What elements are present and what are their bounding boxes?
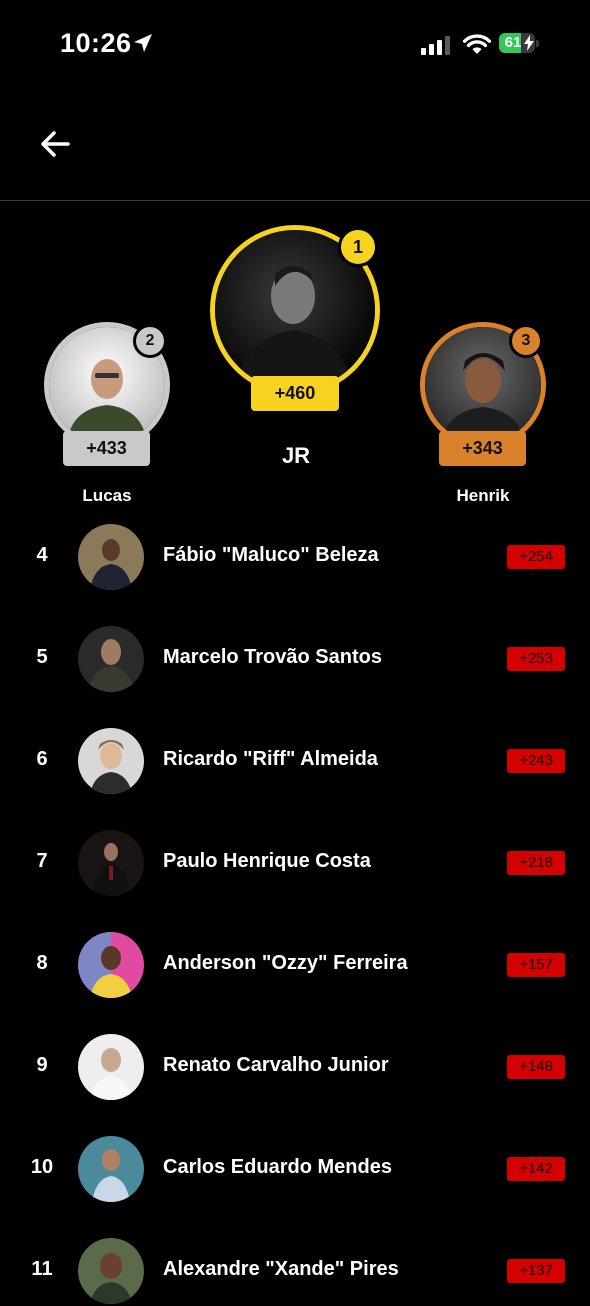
score-badge: +243 [507, 749, 565, 773]
rank-badge: 3 [509, 324, 543, 358]
avatar [78, 830, 144, 896]
avatar [78, 1034, 144, 1100]
rank-number: 5 [36, 646, 48, 668]
status-time: 10:26 [60, 28, 132, 58]
avatar [78, 626, 144, 692]
score-pill: +460 [251, 376, 339, 411]
rank-number: 6 [36, 748, 48, 770]
list-item[interactable]: 7 Paulo Henrique Costa +218 [0, 828, 590, 898]
location-arrow-icon [134, 34, 152, 52]
score-badge: +253 [507, 647, 565, 671]
score-badge: +218 [507, 851, 565, 875]
list-item[interactable]: 4 Fábio "Maluco" Beleza +254 [0, 522, 590, 592]
avatar [78, 932, 144, 998]
list-item[interactable]: 6 Ricardo "Riff" Almeida +243 [0, 726, 590, 796]
status-bar: 10:26 61 [0, 0, 590, 90]
avatar [78, 1136, 144, 1202]
rank-number: 8 [36, 952, 48, 974]
list-item[interactable]: 8 Anderson "Ozzy" Ferreira +157 [0, 930, 590, 1000]
score-badge: +157 [507, 953, 565, 977]
rank-number: 4 [36, 544, 48, 566]
score-pill: +433 [63, 431, 150, 466]
player-name: Carlos Eduardo Mendes [163, 1156, 392, 1178]
battery-percent: 61 [504, 34, 522, 51]
player-name: Alexandre "Xande" Pires [163, 1258, 399, 1280]
podium-second-place[interactable]: 2 +433 Lucas [44, 322, 170, 512]
rank-number: 11 [31, 1258, 53, 1280]
podium-third-place[interactable]: 3 +343 Henrik [420, 322, 546, 512]
header-divider [0, 200, 590, 201]
player-name: Renato Carvalho Junior [163, 1054, 389, 1076]
avatar [78, 524, 144, 590]
score-pill: +343 [439, 431, 526, 466]
rank-badge: 1 [338, 227, 378, 267]
player-name: Anderson "Ozzy" Ferreira [163, 952, 408, 974]
podium-name: Henrik [456, 486, 510, 505]
podium-first-place[interactable]: 1 +460 JR [210, 225, 382, 475]
battery-indicator: 61 [499, 33, 541, 55]
charging-bolt-icon [524, 35, 534, 51]
avatar [78, 1238, 144, 1304]
list-item[interactable]: 11 Alexandre "Xande" Pires +137 [0, 1236, 590, 1306]
player-name: Paulo Henrique Costa [163, 850, 371, 872]
player-name: Ricardo "Riff" Almeida [163, 748, 378, 770]
back-arrow-icon[interactable] [38, 128, 74, 160]
rank-badge: 2 [133, 324, 167, 358]
score-badge: +142 [507, 1157, 565, 1181]
rank-number: 10 [30, 1156, 54, 1178]
score-badge: +148 [507, 1055, 565, 1079]
rank-number: 7 [36, 850, 48, 872]
rank-number: 9 [36, 1054, 48, 1076]
podium-name: Lucas [82, 486, 132, 505]
podium-name: JR [281, 443, 311, 468]
list-item[interactable]: 5 Marcelo Trovão Santos +253 [0, 624, 590, 694]
wifi-icon [462, 34, 492, 54]
cellular-signal-icon [421, 36, 450, 55]
player-name: Fábio "Maluco" Beleza [163, 544, 379, 566]
player-name: Marcelo Trovão Santos [163, 646, 382, 668]
score-badge: +137 [507, 1259, 565, 1283]
score-badge: +254 [507, 545, 565, 569]
list-item[interactable]: 10 Carlos Eduardo Mendes +142 [0, 1134, 590, 1204]
avatar [78, 728, 144, 794]
list-item[interactable]: 9 Renato Carvalho Junior +148 [0, 1032, 590, 1102]
